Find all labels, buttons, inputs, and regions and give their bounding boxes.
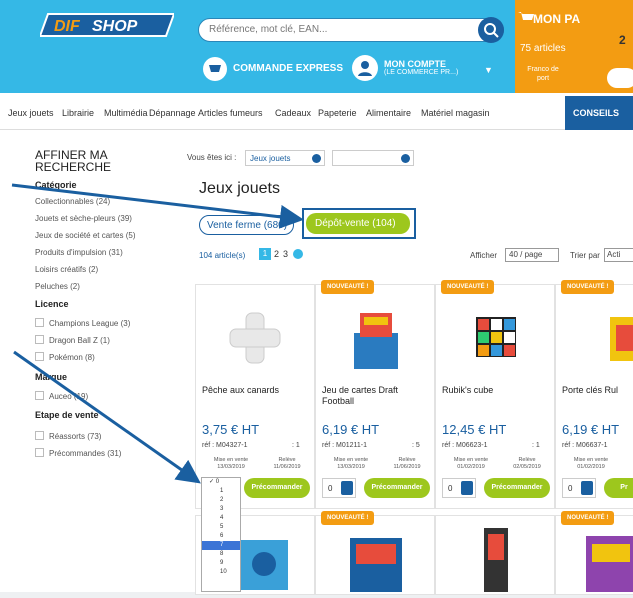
page: DIF SHOP Référence, mot clé, EAN... COMM… — [0, 0, 633, 595]
annotation-arrows — [11, 183, 304, 484]
arrow-to-dropdown — [13, 350, 201, 484]
arrow-to-tab — [11, 183, 304, 229]
